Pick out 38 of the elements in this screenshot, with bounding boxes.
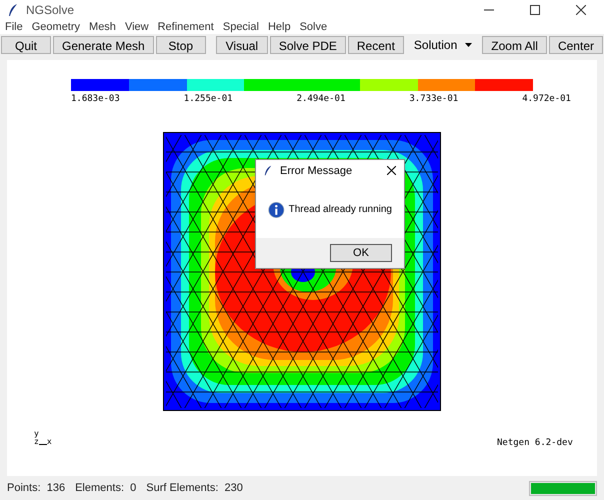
- toolbar-button[interactable]: Quit: [1, 36, 51, 54]
- dialog-message: Thread already running: [288, 203, 392, 218]
- version-label: Netgen 6.2-dev: [497, 436, 573, 450]
- menu-item[interactable]: Geometry: [32, 18, 80, 36]
- axis-label: x: [46, 438, 52, 446]
- colorbar-label: 1.255e-01: [184, 92, 233, 106]
- menu-item[interactable]: Solve: [300, 18, 328, 36]
- dialog-title: Error Message: [280, 164, 352, 179]
- toolbar-button[interactable]: Visual: [216, 36, 268, 54]
- colorbar-label: 1.683e-03: [71, 92, 120, 106]
- toolbar-button[interactable]: Solve PDE: [270, 36, 346, 54]
- toolbar-button[interactable]: Zoom All: [482, 36, 547, 54]
- colorbar-label: 2.494e-01: [296, 92, 346, 106]
- feather-icon: [8, 4, 18, 16]
- axis-line: [38, 444, 47, 445]
- axis-label: y: [34, 430, 40, 438]
- axis-label: z: [34, 438, 39, 446]
- toolbar-button[interactable]: Recent: [348, 36, 404, 54]
- toolbar-button[interactable]: Center: [548, 36, 603, 54]
- status-text: Points: 136: [7, 480, 66, 496]
- menu-item[interactable]: File: [5, 18, 23, 36]
- status-text: Surf Elements: 230: [146, 480, 243, 496]
- menu-item[interactable]: View: [124, 18, 149, 36]
- toolbar-button[interactable]: Generate Mesh: [53, 36, 154, 54]
- status-text: Elements: 0: [75, 480, 136, 496]
- feather-icon: [264, 165, 272, 176]
- menu-item[interactable]: Mesh: [89, 18, 116, 36]
- ok-button[interactable]: OK: [330, 244, 392, 262]
- window-title: NGSolve: [26, 2, 74, 19]
- solution-dropdown[interactable]: Solution: [406, 36, 480, 54]
- colorbar-label: 3.733e-01: [409, 92, 458, 106]
- caret-icon: [465, 42, 472, 47]
- menu-item[interactable]: Special: [222, 18, 259, 36]
- close-icon[interactable]: [387, 166, 396, 176]
- toolbar-button[interactable]: Stop: [156, 36, 206, 54]
- menu-item[interactable]: Refinement: [158, 18, 214, 36]
- menu-item[interactable]: Help: [268, 18, 291, 36]
- colorbar-label: 4.972e-01: [522, 92, 571, 106]
